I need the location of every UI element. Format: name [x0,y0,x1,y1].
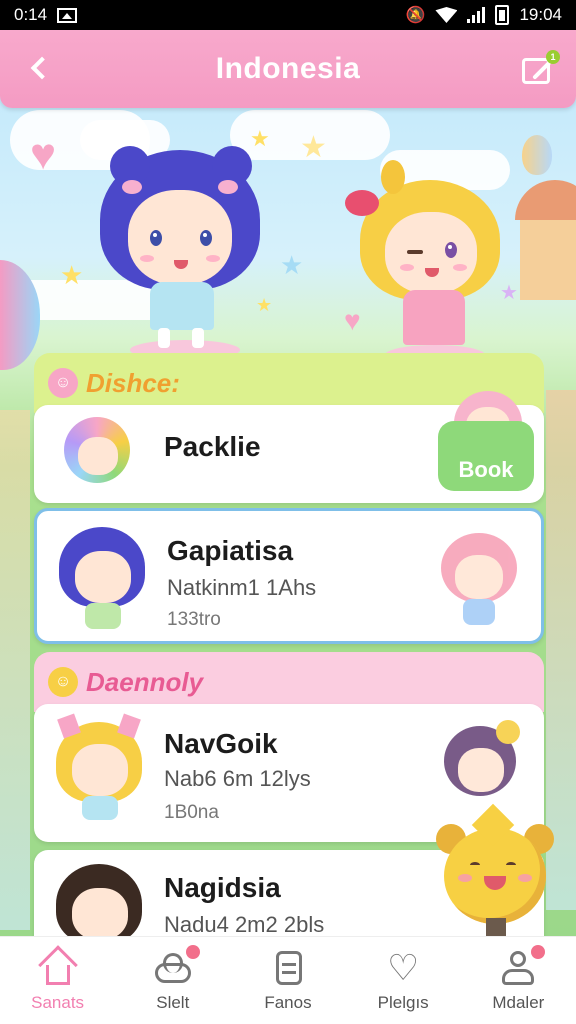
back-button[interactable] [18,48,58,88]
avatar [59,527,149,629]
item-subtitle: Nadu4 2m2 2bls [164,912,325,937]
nav-item-fanos[interactable]: Fanos [233,949,343,1013]
gallery-notification-icon [57,7,78,23]
nav-item-mdaler[interactable]: Mdaler [463,944,573,1013]
status-bar: 0:14 🔕 19:04 [0,0,576,30]
chevron-left-icon [30,56,54,80]
section-header-daennoly: ☺ Daennoly [34,652,544,712]
item-detail: 133tro [167,609,221,630]
avatar [56,411,146,511]
book-button[interactable]: Book [438,421,534,491]
character-icon: ☺ [48,368,78,398]
character-icon: ☺ [48,667,78,697]
compose-button[interactable]: 1 [518,50,560,90]
nav-label: Fanos [264,992,312,1012]
pink-hair-character-avatar [435,533,525,633]
hot-air-balloon-right [522,135,552,175]
tablet-icon [268,949,308,987]
item-name: Nagidsia [164,872,281,903]
nav-label: Sanats [31,992,85,1012]
item-name: NavGoik [164,728,278,759]
nav-label: Plelgıs [377,992,429,1012]
nav-item-sanats[interactable]: Sanats [3,944,113,1013]
blue-hair-girl-character [100,140,260,360]
section-label: Daennoly [86,666,204,697]
nav-label: Mdaler [492,992,545,1012]
item-name: Gapiatisa [167,535,294,566]
battery-icon [495,5,510,25]
bear-mascot [436,803,554,938]
nav-label: Slelt [156,992,190,1012]
nav-item-slelt[interactable]: Slelt [118,944,228,1013]
item-subtitle: Nab6 6m 12lys [164,766,311,791]
section-label: Dishce: [86,367,180,398]
item-subtitle: Natkinm1 1Ahs [167,575,317,600]
page-title: Indonesia [215,52,361,85]
mute-icon: 🔕 [405,7,426,24]
purple-hair-character-avatar [438,720,528,820]
app-header: Indonesia 1 [0,30,576,108]
notification-badge [531,944,546,959]
notification-dot: 1 [546,50,560,64]
avatar [56,713,146,820]
bottom-navigation: Sanats Slelt Fanos ♡ Plelgıs Mdaler [0,936,576,1024]
list-item-gapiatisa[interactable]: Gapiatisa Natkinm1 1Ahs 133tro [34,508,544,644]
status-time: 0:14 [14,5,48,24]
signal-icon [467,7,486,23]
wifi-icon [435,7,458,23]
blonde-girl-character [345,150,505,370]
hot-air-balloon-left [0,260,40,370]
status-clock: 19:04 [519,5,562,24]
notification-badge [185,944,200,959]
item-detail: 1B0na [164,802,219,823]
heart-icon: ♡ [387,946,420,988]
home-icon [37,944,78,987]
item-name: Packlie [164,431,261,462]
list-item-packlie[interactable]: Packlie Book [34,391,544,503]
nav-item-plelgis[interactable]: ♡ Plelgıs [348,946,458,1013]
